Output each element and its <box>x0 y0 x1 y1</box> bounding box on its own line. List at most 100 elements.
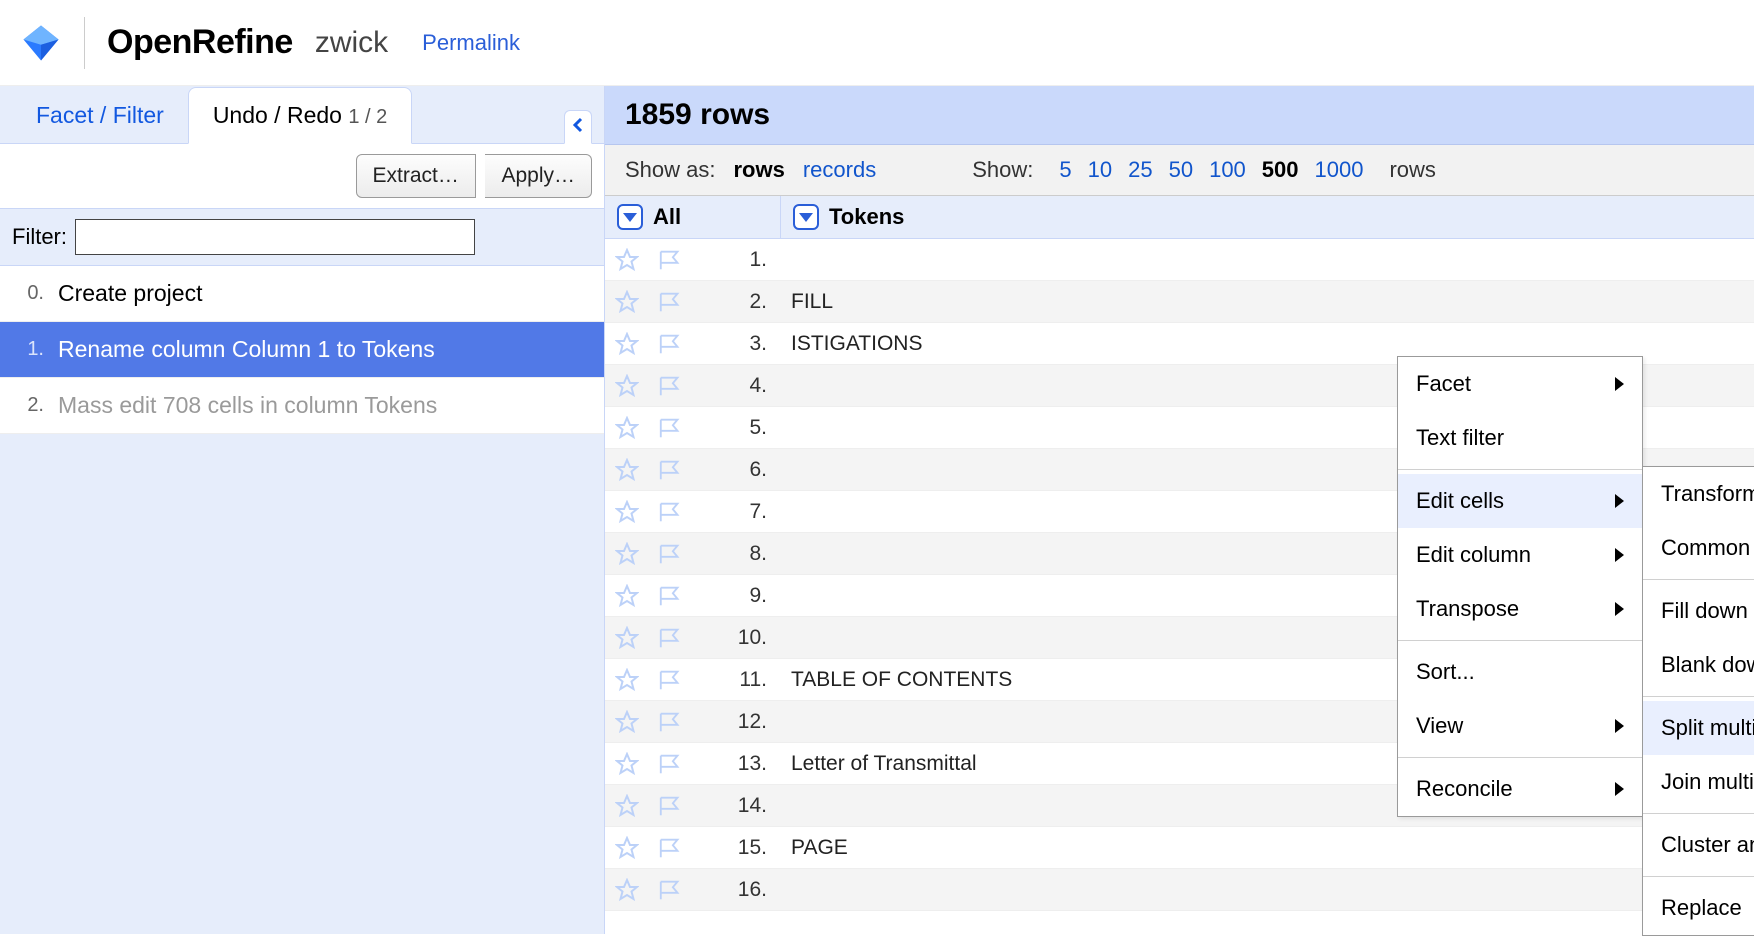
menu-item[interactable]: Join multi-valued cells... <box>1643 755 1754 809</box>
permalink-link[interactable]: Permalink <box>422 30 520 56</box>
page-size-50[interactable]: 50 <box>1169 157 1193 182</box>
collapse-sidebar-button[interactable] <box>564 110 592 144</box>
sidebar-empty-area <box>0 434 604 934</box>
menu-separator <box>1398 469 1642 470</box>
menu-item-label: Join multi-valued cells... <box>1661 769 1754 795</box>
cell-value[interactable]: FILL <box>781 290 1754 314</box>
page-size-1000[interactable]: 1000 <box>1315 157 1364 182</box>
flag-icon[interactable] <box>649 374 693 398</box>
flag-icon[interactable] <box>649 332 693 356</box>
cell-value[interactable]: PAGE <box>781 836 1754 860</box>
menu-item[interactable]: View <box>1398 699 1642 753</box>
apply-button[interactable]: Apply… <box>485 154 592 198</box>
menu-item-label: Replace <box>1661 895 1742 921</box>
page-size-500[interactable]: 500 <box>1262 157 1299 182</box>
row-number: 14. <box>693 794 781 818</box>
flag-icon[interactable] <box>649 416 693 440</box>
page-size-5[interactable]: 5 <box>1059 157 1071 182</box>
chevron-right-icon <box>1615 548 1624 562</box>
star-icon[interactable] <box>605 836 649 860</box>
history-toolbar: Extract… Apply… <box>0 144 604 209</box>
tab-facet-filter[interactable]: Facet / Filter <box>12 88 188 143</box>
row-number: 4. <box>693 374 781 398</box>
flag-icon[interactable] <box>649 710 693 734</box>
star-icon[interactable] <box>605 290 649 314</box>
star-icon[interactable] <box>605 458 649 482</box>
flag-icon[interactable] <box>649 794 693 818</box>
star-icon[interactable] <box>605 668 649 692</box>
flag-icon[interactable] <box>649 542 693 566</box>
openrefine-logo-icon <box>20 22 62 64</box>
history-item[interactable]: 2. Mass edit 708 cells in column Tokens <box>0 378 604 434</box>
menu-item-label: Fill down <box>1661 598 1748 624</box>
menu-item-label: Text filter <box>1416 425 1504 451</box>
menu-item[interactable]: Fill down <box>1643 584 1754 638</box>
history-item[interactable]: 0. Create project <box>0 266 604 322</box>
cell-value[interactable]: ISTIGATIONS <box>781 332 1754 356</box>
star-icon[interactable] <box>605 542 649 566</box>
star-icon[interactable] <box>605 710 649 734</box>
flag-icon[interactable] <box>649 752 693 776</box>
star-icon[interactable] <box>605 500 649 524</box>
menu-item[interactable]: Cluster and edit... <box>1643 818 1754 872</box>
chevron-right-icon <box>1615 494 1624 508</box>
triangle-down-icon <box>623 213 637 222</box>
history-list: 0. Create project1. Rename column Column… <box>0 266 604 434</box>
table-row: 1. <box>605 239 1754 281</box>
left-sidebar: Facet / Filter Undo / Redo 1 / 2 Extract… <box>0 86 605 934</box>
chevron-right-icon <box>1615 602 1624 616</box>
page-size-25[interactable]: 25 <box>1128 157 1152 182</box>
menu-item[interactable]: Text filter <box>1398 411 1642 465</box>
star-icon[interactable] <box>605 752 649 776</box>
flag-icon[interactable] <box>649 290 693 314</box>
tab-undo-redo[interactable]: Undo / Redo 1 / 2 <box>188 87 412 144</box>
star-icon[interactable] <box>605 416 649 440</box>
star-icon[interactable] <box>605 374 649 398</box>
extract-button[interactable]: Extract… <box>356 154 476 198</box>
flag-icon[interactable] <box>649 668 693 692</box>
all-column-menu-button[interactable] <box>617 204 643 230</box>
flag-icon[interactable] <box>649 248 693 272</box>
flag-icon[interactable] <box>649 836 693 860</box>
row-number: 10. <box>693 626 781 650</box>
menu-item[interactable]: Common transforms <box>1643 521 1754 575</box>
flag-icon[interactable] <box>649 626 693 650</box>
page-size-100[interactable]: 100 <box>1209 157 1246 182</box>
flag-icon[interactable] <box>649 584 693 608</box>
star-icon[interactable] <box>605 878 649 902</box>
menu-item[interactable]: Edit column <box>1398 528 1642 582</box>
show-as-rows[interactable]: rows <box>734 157 785 183</box>
menu-item[interactable]: Sort... <box>1398 645 1642 699</box>
menu-item-label: Edit column <box>1416 542 1531 568</box>
star-icon[interactable] <box>605 332 649 356</box>
menu-item-label: Edit cells <box>1416 488 1504 514</box>
table-row: 15. PAGE <box>605 827 1754 869</box>
menu-item[interactable]: Facet <box>1398 357 1642 411</box>
menu-item[interactable]: Blank down <box>1643 638 1754 692</box>
star-icon[interactable] <box>605 794 649 818</box>
flag-icon[interactable] <box>649 878 693 902</box>
menu-item[interactable]: Edit cells <box>1398 474 1642 528</box>
filter-label: Filter: <box>12 224 67 250</box>
menu-item[interactable]: Reconcile <box>1398 762 1642 816</box>
history-item-num: 0. <box>22 282 44 305</box>
star-icon[interactable] <box>605 248 649 272</box>
menu-item[interactable]: Transform... <box>1643 467 1754 521</box>
star-icon[interactable] <box>605 626 649 650</box>
row-number: 15. <box>693 836 781 860</box>
menu-item[interactable]: Split multi-valued cells... <box>1643 701 1754 755</box>
show-as-records[interactable]: records <box>803 157 876 183</box>
menu-item[interactable]: Transpose <box>1398 582 1642 636</box>
flag-icon[interactable] <box>649 458 693 482</box>
history-filter-input[interactable] <box>75 219 475 255</box>
menu-item-label: Sort... <box>1416 659 1475 685</box>
page-size-10[interactable]: 10 <box>1088 157 1112 182</box>
tokens-column-menu-button[interactable] <box>793 204 819 230</box>
menu-separator <box>1643 696 1754 697</box>
star-icon[interactable] <box>605 584 649 608</box>
menu-item[interactable]: Replace <box>1643 881 1754 935</box>
tab-count: 1 / 2 <box>348 106 387 128</box>
flag-icon[interactable] <box>649 500 693 524</box>
chevron-right-icon <box>1615 377 1624 391</box>
history-item[interactable]: 1. Rename column Column 1 to Tokens <box>0 322 604 378</box>
